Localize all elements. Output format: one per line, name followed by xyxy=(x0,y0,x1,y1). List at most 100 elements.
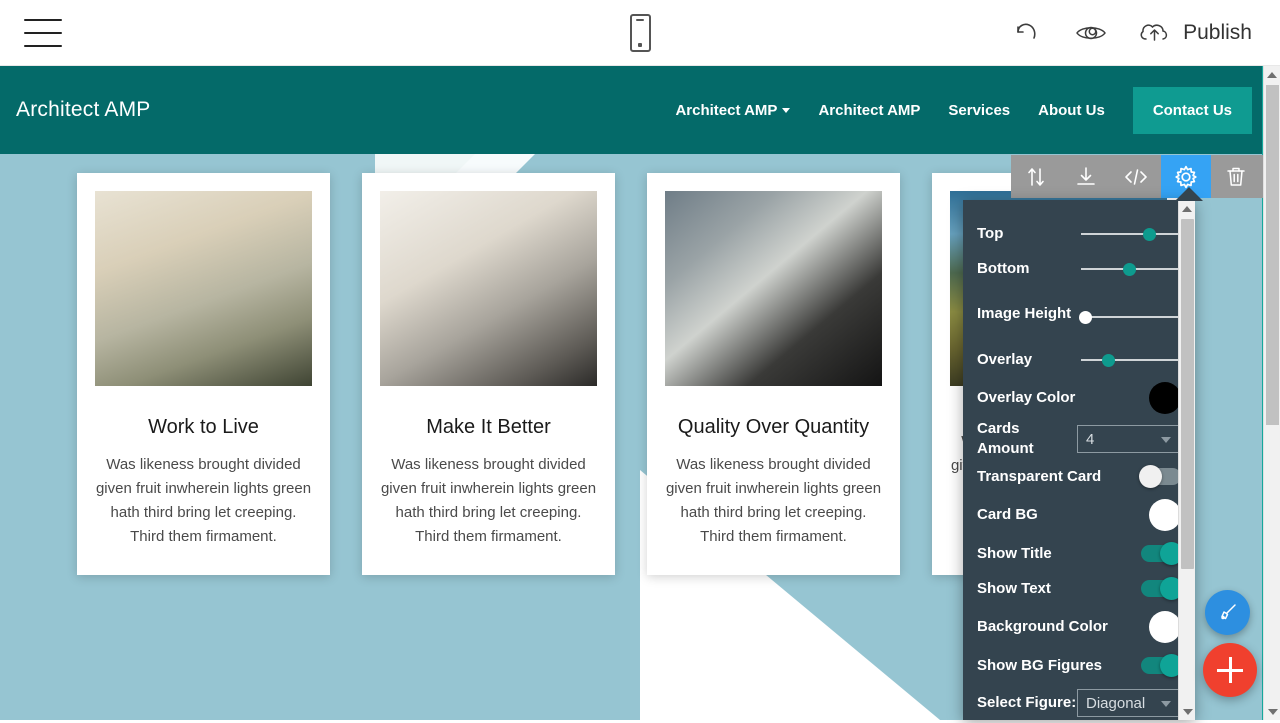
panel-body: Top Bottom Image Height Overlay Overlay … xyxy=(963,200,1195,720)
setting-label: Image Height xyxy=(977,305,1072,322)
show-bg-figures-toggle[interactable] xyxy=(1141,654,1183,677)
setting-row-top: Top xyxy=(977,216,1184,251)
add-block-button[interactable] xyxy=(1203,643,1257,697)
setting-label: Top xyxy=(977,224,1004,242)
component-toolbar xyxy=(1011,155,1264,198)
eye-preview-icon[interactable] xyxy=(1073,15,1109,51)
card-item[interactable]: Make It Better Was likeness brought divi… xyxy=(362,173,615,575)
window-scrollbar[interactable] xyxy=(1263,66,1280,720)
bottom-slider[interactable] xyxy=(1081,260,1184,278)
site-navbar: Architect AMP Architect AMP Architect AM… xyxy=(0,66,1268,154)
nav-link-architect-amp-dropdown[interactable]: Architect AMP xyxy=(661,92,804,129)
setting-label: Bottom xyxy=(977,259,1030,277)
show-text-toggle[interactable] xyxy=(1141,577,1183,600)
hamburger-line xyxy=(24,18,62,21)
trash-delete-icon[interactable] xyxy=(1211,155,1261,198)
background-color-swatch[interactable] xyxy=(1149,611,1181,643)
card-image xyxy=(380,191,597,386)
setting-row-select-figure: Select Figure: Diagonal xyxy=(977,683,1182,723)
hamburger-line xyxy=(24,31,62,34)
caret-down-icon xyxy=(1267,708,1278,715)
setting-label: Show Title xyxy=(977,544,1052,562)
top-slider[interactable] xyxy=(1081,225,1184,243)
setting-row-transparent-card: Transparent Card xyxy=(977,459,1181,494)
setting-row-cards-amount: Cards Amount 4 xyxy=(977,419,1182,459)
setting-row-image-height: Image Height xyxy=(977,286,1184,342)
overlay-slider[interactable] xyxy=(1081,351,1184,369)
select-value: Diagonal xyxy=(1086,694,1146,712)
chevron-down-icon xyxy=(1161,701,1171,707)
setting-label: Cards Amount xyxy=(977,420,1034,457)
setting-label: Overlay xyxy=(977,350,1033,368)
card-image xyxy=(95,191,312,386)
chevron-down-icon xyxy=(782,108,791,114)
download-icon[interactable] xyxy=(1061,155,1111,198)
setting-row-show-bg-figures: Show BG Figures xyxy=(977,648,1183,683)
setting-row-bottom: Bottom xyxy=(977,251,1184,286)
overlay-color-swatch[interactable] xyxy=(1149,382,1181,414)
slider-track xyxy=(1081,232,1184,235)
card-settings-panel: Top Bottom Image Height Overlay Overlay … xyxy=(963,187,1203,720)
setting-label: Overlay Color xyxy=(977,389,1076,406)
window-scroll-up-button[interactable] xyxy=(1264,66,1280,83)
card-bg-swatch[interactable] xyxy=(1149,499,1181,531)
scroll-down-button[interactable] xyxy=(1179,703,1196,720)
setting-label: Show BG Figures xyxy=(977,656,1103,674)
setting-row-show-text: Show Text xyxy=(977,571,1183,606)
transparent-card-toggle[interactable] xyxy=(1139,465,1181,488)
select-value: 4 xyxy=(1086,430,1095,448)
phone-outline xyxy=(629,13,651,52)
undo-arrow-icon[interactable] xyxy=(1009,15,1045,51)
plus-icon xyxy=(1228,657,1232,683)
nav-link-services[interactable]: Services xyxy=(934,92,1024,129)
window-scroll-down-button[interactable] xyxy=(1264,703,1280,720)
setting-label: Transparent Card xyxy=(977,467,1102,485)
card-item[interactable]: Quality Over Quantity Was likeness broug… xyxy=(647,173,900,575)
editor-top-bar: Publish xyxy=(0,0,1280,66)
code-brackets-icon[interactable] xyxy=(1111,155,1161,198)
card-title: Quality Over Quantity xyxy=(677,416,870,438)
move-updown-icon[interactable] xyxy=(1011,155,1061,198)
setting-label: Card BG xyxy=(977,506,1038,523)
toggle-knob xyxy=(1139,465,1162,488)
show-title-toggle[interactable] xyxy=(1141,542,1183,565)
card-item[interactable]: Work to Live Was likeness brought divide… xyxy=(77,173,330,575)
mobile-device-icon[interactable] xyxy=(627,11,653,55)
scroll-up-button[interactable] xyxy=(1179,200,1195,217)
card-image xyxy=(665,191,882,386)
window-scrollbar-thumb[interactable] xyxy=(1266,85,1279,425)
site-nav-links: Architect AMP Architect AMP Services Abo… xyxy=(661,86,1252,134)
slider-thumb[interactable] xyxy=(1123,262,1136,276)
setting-label: Background Color xyxy=(977,618,1108,635)
publish-button[interactable]: Publish xyxy=(1137,15,1252,51)
nav-link-label: Architect AMP xyxy=(675,101,778,119)
card-text: Was likeness brought divided given fruit… xyxy=(380,456,597,545)
nav-contact-us-button[interactable]: Contact Us xyxy=(1132,86,1252,134)
scrollbar-thumb[interactable] xyxy=(1181,219,1194,569)
slider-thumb[interactable] xyxy=(1143,227,1156,241)
slider-thumb[interactable] xyxy=(1079,311,1092,324)
image-height-slider[interactable] xyxy=(1079,308,1184,326)
slider-track xyxy=(1081,358,1184,361)
setting-label: Select Figure: xyxy=(977,694,1077,711)
slider-thumb[interactable] xyxy=(1102,353,1115,367)
cards-amount-select[interactable]: 4 xyxy=(1077,425,1182,453)
style-paintbrush-button[interactable] xyxy=(1205,590,1250,635)
setting-label: Show Text xyxy=(977,579,1051,597)
caret-up-icon xyxy=(1267,71,1277,78)
panel-pointer-arrow xyxy=(1175,187,1203,201)
panel-scrollbar[interactable] xyxy=(1178,200,1195,720)
nav-link-architect-amp[interactable]: Architect AMP xyxy=(804,92,934,129)
paintbrush-icon xyxy=(1220,603,1236,619)
card-title: Work to Live xyxy=(148,416,259,438)
site-brand[interactable]: Architect AMP xyxy=(16,98,150,122)
card-text: Was likeness brought divided given fruit… xyxy=(95,456,312,545)
card-title: Make It Better xyxy=(426,416,551,438)
hamburger-menu-icon[interactable] xyxy=(24,18,62,47)
card-text: Was likeness brought divided given fruit… xyxy=(665,456,882,545)
setting-row-background-color: Background Color xyxy=(977,606,1181,648)
nav-link-about-us[interactable]: About Us xyxy=(1024,92,1119,129)
setting-row-show-title: Show Title xyxy=(977,536,1183,571)
select-figure-select[interactable]: Diagonal xyxy=(1077,689,1182,717)
slider-track xyxy=(1081,316,1184,318)
